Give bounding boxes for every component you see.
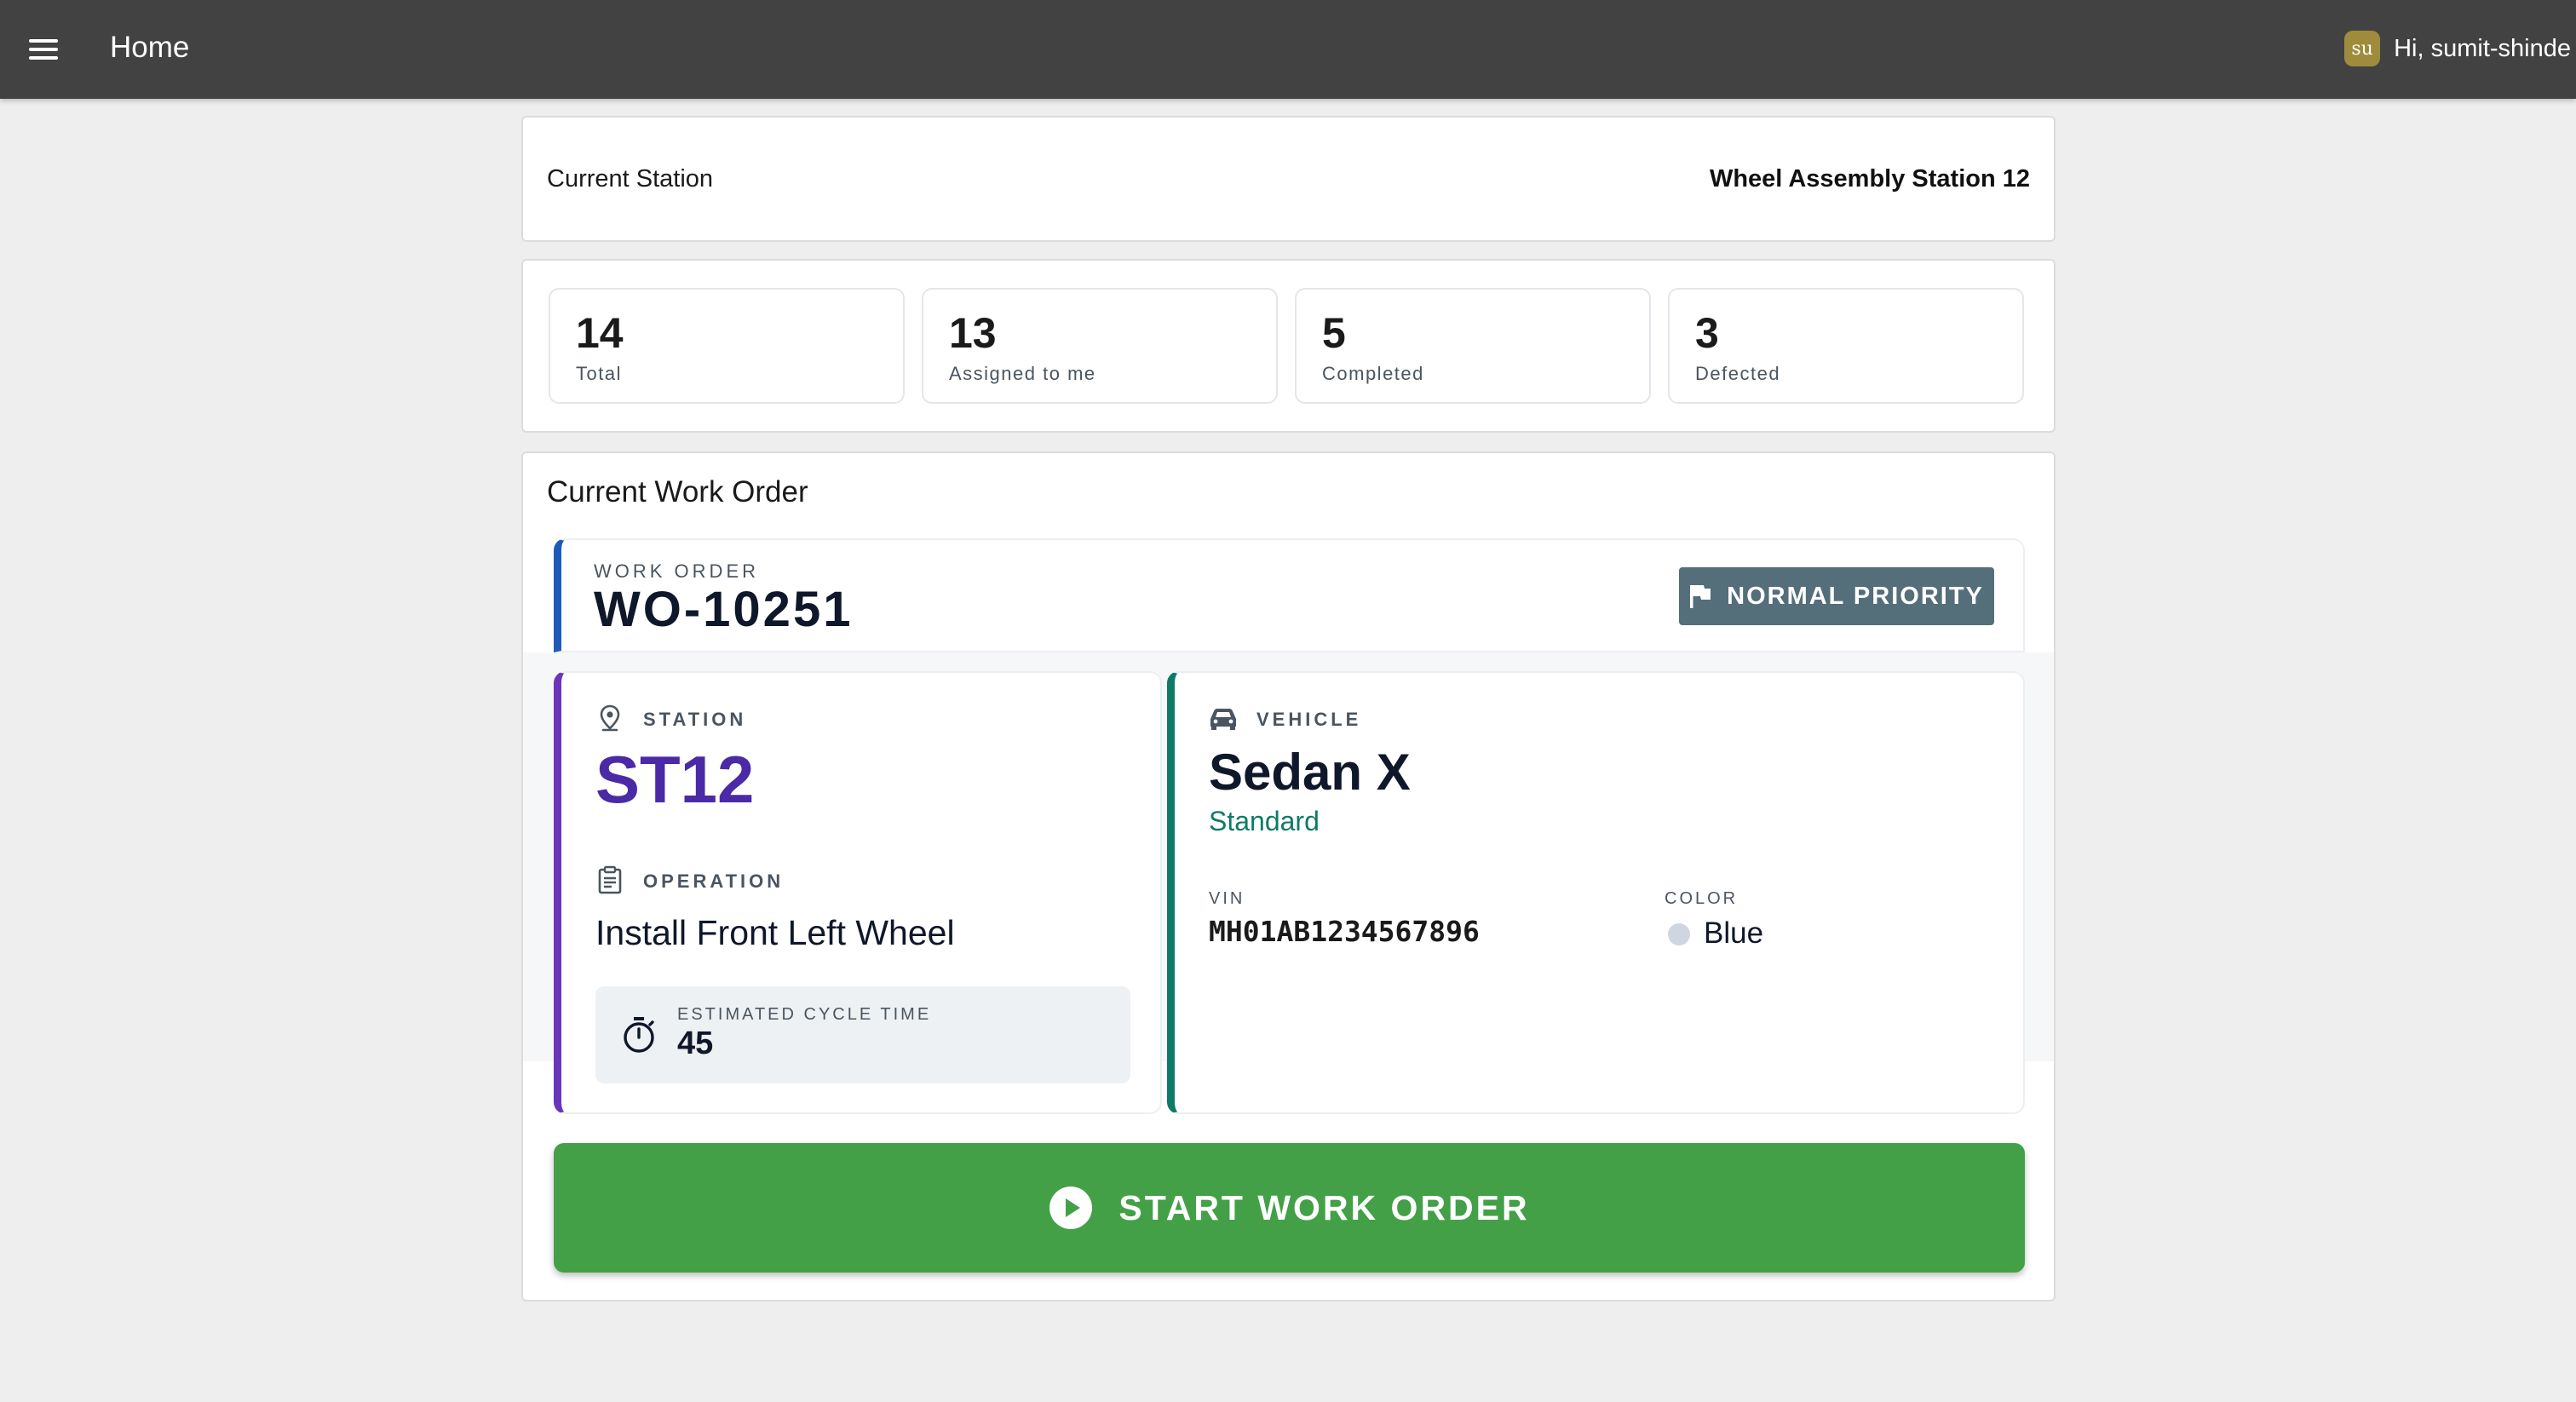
current-station-card: Current Station Wheel Assembly Station 1… [521, 116, 2056, 242]
priority-label: NORMAL PRIORITY [1727, 582, 1984, 610]
current-station-value: Wheel Assembly Station 12 [1709, 165, 2030, 192]
station-panel: STATION ST12 OPERATION Install Front Lef… [554, 671, 1162, 1114]
cycle-time-value: 45 [677, 1026, 714, 1061]
color-label: COLOR [1665, 889, 1739, 908]
page-title: Home [110, 31, 190, 64]
app-bar: Home su Hi, sumit-shinde [0, 0, 2576, 99]
vehicle-model: Sedan X [1209, 744, 1411, 801]
vin-label: VIN [1209, 889, 1245, 908]
stopwatch-icon [624, 1017, 654, 1053]
vin-value: MH01AB1234567896 [1209, 915, 1480, 948]
work-order-number: WO-10251 [594, 582, 854, 637]
color-value: Blue [1704, 916, 1764, 950]
stat-label: Assigned to me [949, 363, 1096, 384]
start-work-order-button[interactable]: START WORK ORDER [554, 1143, 2025, 1273]
stat-value: 3 [1695, 309, 1719, 357]
flag-icon [1690, 585, 1711, 608]
menu-icon[interactable] [26, 32, 61, 66]
start-work-order-label: START WORK ORDER [1118, 1187, 1530, 1227]
work-order-label: WORK ORDER [594, 560, 759, 582]
vehicle-label: VEHICLE [1256, 709, 1362, 730]
stat-total[interactable]: 14 Total [549, 288, 905, 404]
location-pin-icon [600, 704, 620, 732]
user-greeting[interactable]: Hi, sumit-shinde [2394, 35, 2571, 63]
stat-value: 14 [576, 309, 624, 357]
color-swatch [1668, 923, 1690, 945]
cycle-time-box: ESTIMATED CYCLE TIME 45 [595, 986, 1130, 1083]
stat-value: 5 [1322, 309, 1346, 357]
avatar[interactable]: su [2344, 31, 2381, 66]
play-circle-icon [1049, 1187, 1093, 1229]
user-menu[interactable]: su Hi, sumit-shinde [2344, 29, 2571, 68]
stat-label: Completed [1322, 363, 1424, 384]
work-order-heading: Current Work Order [547, 475, 808, 509]
operation-label: OPERATION [643, 871, 785, 892]
cycle-time-label: ESTIMATED CYCLE TIME [677, 1005, 932, 1024]
operation-value: Install Front Left Wheel [595, 913, 955, 952]
stat-label: Defected [1695, 363, 1781, 384]
station-code: ST12 [595, 742, 755, 817]
work-order-card: Current Work Order WORK ORDER WO-10251 N… [521, 451, 2056, 1301]
stat-value: 13 [949, 309, 997, 357]
stats-card: 14 Total 13 Assigned to me 5 Completed 3… [521, 259, 2056, 433]
vehicle-panel: VEHICLE Sedan X Standard VIN MH01AB12345… [1167, 671, 2025, 1114]
stat-completed[interactable]: 5 Completed [1295, 288, 1651, 404]
stat-defected[interactable]: 3 Defected [1668, 288, 2024, 404]
stat-label: Total [576, 363, 622, 384]
stat-assigned[interactable]: 13 Assigned to me [922, 288, 1278, 404]
vehicle-variant: Standard [1209, 806, 1320, 836]
clipboard-icon [598, 865, 622, 894]
work-order-header: WORK ORDER WO-10251 NORMAL PRIORITY [554, 538, 2025, 652]
priority-badge[interactable]: NORMAL PRIORITY [1679, 567, 1994, 625]
car-icon [1210, 709, 1236, 730]
current-station-label: Current Station [547, 165, 714, 192]
station-label: STATION [643, 709, 747, 730]
